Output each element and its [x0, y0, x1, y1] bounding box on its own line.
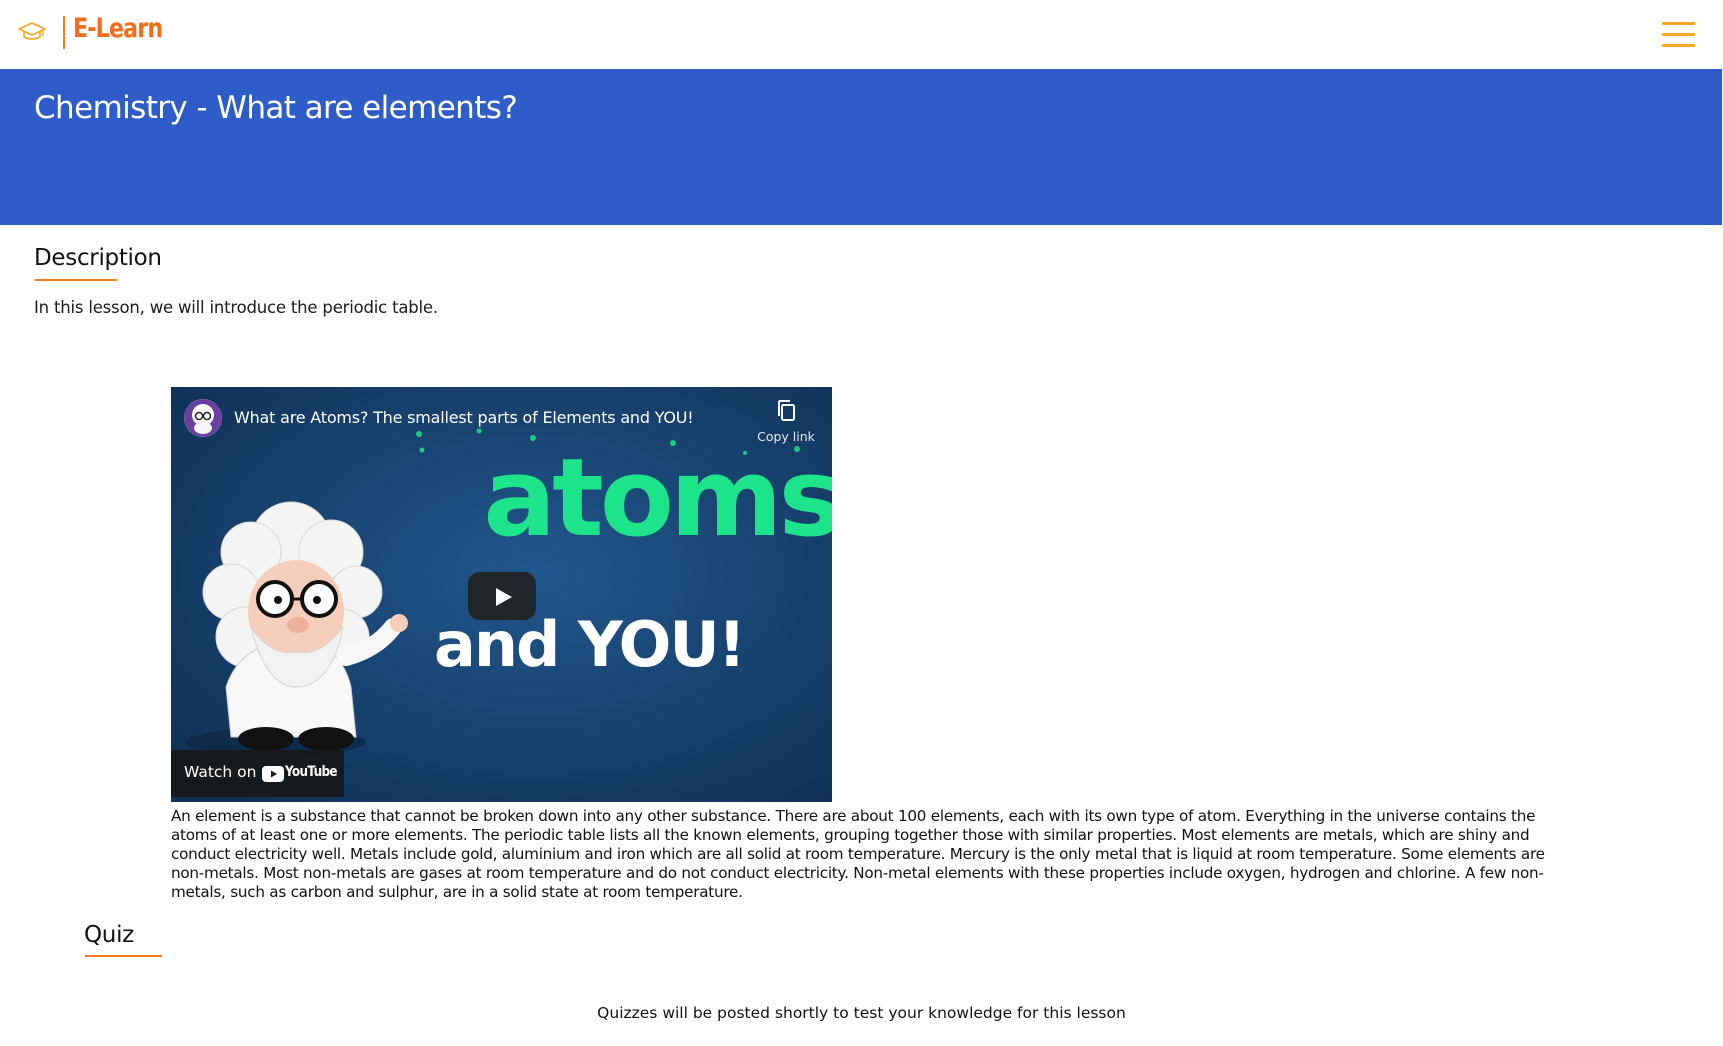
lesson-hero-banner: Chemistry - What are elements? [0, 69, 1722, 225]
quiz-note: Quizzes will be posted shortly to test y… [597, 1004, 1126, 1022]
youtube-wordmark: YouTube [285, 764, 338, 780]
top-navbar: E-Learn [0, 0, 1723, 70]
copy-icon [778, 400, 795, 421]
quiz-underline [85, 955, 162, 957]
lesson-body-text: An element is a substance that cannot be… [171, 807, 1545, 901]
copy-link-button[interactable]: Copy link [746, 399, 826, 451]
watch-on-label: Watch on [184, 763, 257, 781]
brand-name[interactable]: E-Learn [73, 13, 163, 44]
hamburger-menu-icon[interactable] [1662, 20, 1699, 49]
description-text: In this lesson, we will introduce the pe… [34, 298, 438, 317]
copy-link-label: Copy link [757, 429, 815, 444]
brand-divider [63, 16, 65, 49]
quiz-heading: Quiz [84, 922, 134, 948]
youtube-video-embed[interactable]: atoms and YOU! What are Atoms? The small… [171, 387, 832, 802]
youtube-logo-icon: YouTube [262, 764, 338, 784]
channel-avatar[interactable] [184, 399, 222, 437]
video-title[interactable]: What are Atoms? The smallest parts of El… [234, 408, 694, 427]
watch-on-youtube-button[interactable]: Watch on YouTube [171, 750, 344, 797]
page-title: Chemistry - What are elements? [34, 90, 518, 126]
play-button[interactable] [468, 572, 536, 620]
description-underline [35, 279, 117, 281]
description-heading: Description [34, 245, 162, 271]
graduation-cap-icon[interactable] [17, 20, 47, 44]
play-icon [496, 588, 512, 606]
thumbnail-word-atoms: atoms [483, 436, 832, 561]
